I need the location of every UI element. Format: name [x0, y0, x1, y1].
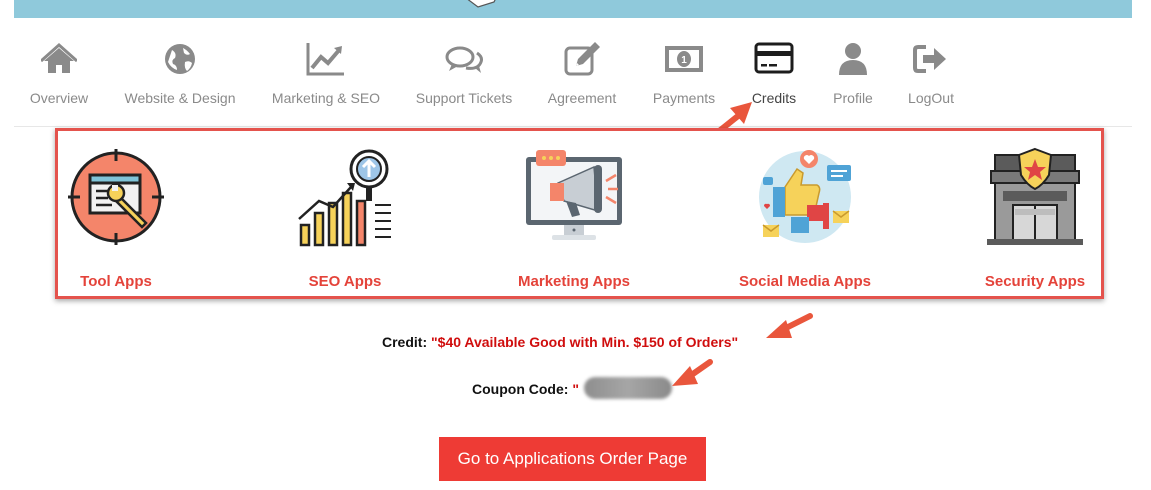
svg-text:1: 1	[681, 55, 687, 66]
nav-label-profile: Profile	[833, 90, 873, 106]
globe-icon	[165, 44, 195, 74]
nav-label-overview: Overview	[29, 90, 89, 106]
tool-apps-icon	[68, 149, 164, 245]
app-card-security-apps[interactable]: Security Apps	[945, 131, 1125, 296]
banknote-icon: 1	[665, 46, 703, 72]
top-banner	[14, 0, 1132, 18]
go-to-order-page-button[interactable]: Go to Applications Order Page	[439, 437, 706, 481]
nav-label-support-tickets: Support Tickets	[415, 90, 513, 106]
app-categories-box: Tool Apps SEO Apps Marketing Apps Social…	[55, 128, 1104, 299]
logout-icon	[913, 45, 946, 73]
nav-item-agreement[interactable]: Agreement	[545, 38, 619, 112]
app-label-security-apps: Security Apps	[984, 273, 1086, 290]
nav-item-support-tickets[interactable]: Support Tickets	[413, 38, 515, 112]
annotation-arrow-coupon	[672, 359, 713, 386]
chat-bubbles-icon	[445, 46, 483, 73]
nav-item-marketing-seo[interactable]: Marketing & SEO	[268, 38, 384, 112]
user-icon	[839, 43, 867, 75]
app-card-seo-apps[interactable]: SEO Apps	[255, 131, 435, 296]
social-media-thumbs-up-icon	[759, 150, 851, 243]
nav-item-logout[interactable]: LogOut	[905, 38, 957, 112]
app-card-marketing-apps[interactable]: Marketing Apps	[484, 131, 664, 296]
nav-item-overview[interactable]: Overview	[28, 38, 90, 112]
nav-label-marketing-seo: Marketing & SEO	[271, 90, 381, 106]
app-label-social-media-apps: Social Media Apps	[739, 273, 871, 290]
banner-notch-icon	[467, 0, 496, 8]
monitor-megaphone-icon	[526, 150, 622, 240]
nav-label-agreement: Agreement	[547, 90, 617, 106]
home-icon	[41, 42, 77, 73]
nav-label-logout: LogOut	[908, 90, 954, 106]
credit-value: "$40 Available Good with Min. $150 of Or…	[431, 334, 739, 350]
line-chart-icon	[306, 43, 344, 76]
account-nav: Overview Website & Design Marketing & SE…	[0, 38, 1151, 118]
coupon-open-quote: "	[572, 381, 579, 397]
coupon-line: Coupon Code: "	[472, 381, 579, 397]
coupon-label: Coupon Code:	[472, 381, 569, 397]
credit-card-icon	[754, 42, 794, 74]
app-card-social-media-apps[interactable]: Social Media Apps	[715, 131, 895, 296]
credit-label: Credit:	[382, 334, 428, 350]
nav-label-website-design: Website & Design	[124, 90, 236, 106]
nav-divider	[14, 126, 1132, 127]
app-label-marketing-apps: Marketing Apps	[518, 273, 630, 290]
coupon-code-redacted	[584, 377, 672, 399]
nav-item-website-design[interactable]: Website & Design	[122, 38, 238, 112]
app-label-tool-apps: Tool Apps	[80, 273, 152, 290]
app-card-tool-apps[interactable]: Tool Apps	[26, 131, 206, 296]
app-label-seo-apps: SEO Apps	[308, 273, 382, 290]
secure-store-badge-icon	[987, 147, 1083, 245]
seo-chart-magnifier-icon	[298, 149, 391, 247]
nav-item-profile[interactable]: Profile	[830, 38, 876, 112]
annotation-arrow-credit	[766, 313, 813, 338]
credit-line: Credit: "$40 Available Good with Min. $1…	[382, 334, 738, 350]
edit-document-icon	[564, 42, 600, 76]
